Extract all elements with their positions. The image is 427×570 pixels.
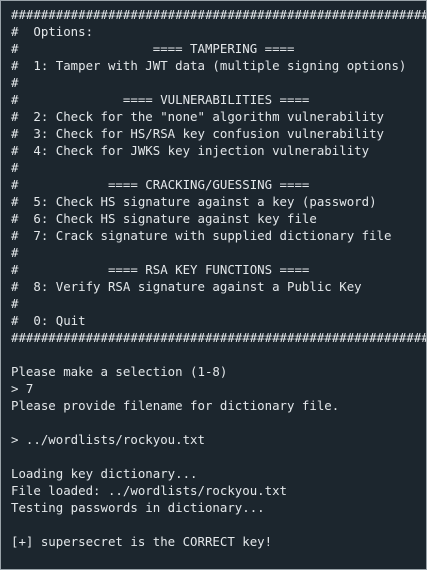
result-correct-key: [+] supersecret is the CORRECT key!: [11, 534, 273, 549]
menu-border-bottom: ########################################…: [11, 330, 426, 345]
terminal-window[interactable]: ########################################…: [0, 0, 427, 570]
menu-blank-line: # #: [11, 75, 19, 90]
menu-option-0: # 0: Quit #: [11, 313, 86, 328]
filename-prompt: Please provide filename for dictionary f…: [11, 398, 340, 413]
menu-option-1: # 1: Tamper with JWT data (multiple sign…: [11, 58, 407, 73]
menu-option-5: # 5: Check HS signature against a key (p…: [11, 194, 377, 209]
status-file-loaded: File loaded: ../wordlists/rockyou.txt: [11, 483, 288, 498]
menu-option-6: # 6: Check HS signature against key file…: [11, 211, 317, 226]
status-testing: Testing passwords in dictionary...: [11, 500, 265, 515]
menu-blank-line: # #: [11, 160, 19, 175]
selection-prompt: Please make a selection (1-8): [11, 364, 228, 379]
selection-input: > 7: [11, 381, 34, 396]
menu-section-rsa: # ==== RSA KEY FUNCTIONS ==== #: [11, 262, 310, 277]
menu-option-8: # 8: Verify RSA signature against a Publ…: [11, 279, 362, 294]
menu-option-2: # 2: Check for the "none" algorithm vuln…: [11, 109, 384, 124]
menu-option-4: # 4: Check for JWKS key injection vulner…: [11, 143, 370, 158]
menu-blank-line: # #: [11, 296, 19, 311]
menu-blank-line: # #: [11, 245, 19, 260]
menu-section-vulnerabilities: # ==== VULNERABILITIES ==== #: [11, 92, 310, 107]
status-loading: Loading key dictionary...: [11, 466, 198, 481]
menu-option-7: # 7: Crack signature with supplied dicti…: [11, 228, 392, 243]
terminal-output: ########################################…: [11, 6, 426, 550]
menu-border-top: ########################################…: [11, 7, 426, 22]
menu-section-tampering: # ==== TAMPERING ==== #: [11, 41, 295, 56]
menu-section-cracking: # ==== CRACKING/GUESSING ==== #: [11, 177, 310, 192]
filename-input: > ../wordlists/rockyou.txt: [11, 432, 205, 447]
menu-title-options: # Options: #: [11, 24, 94, 39]
menu-option-3: # 3: Check for HS/RSA key confusion vuln…: [11, 126, 384, 141]
